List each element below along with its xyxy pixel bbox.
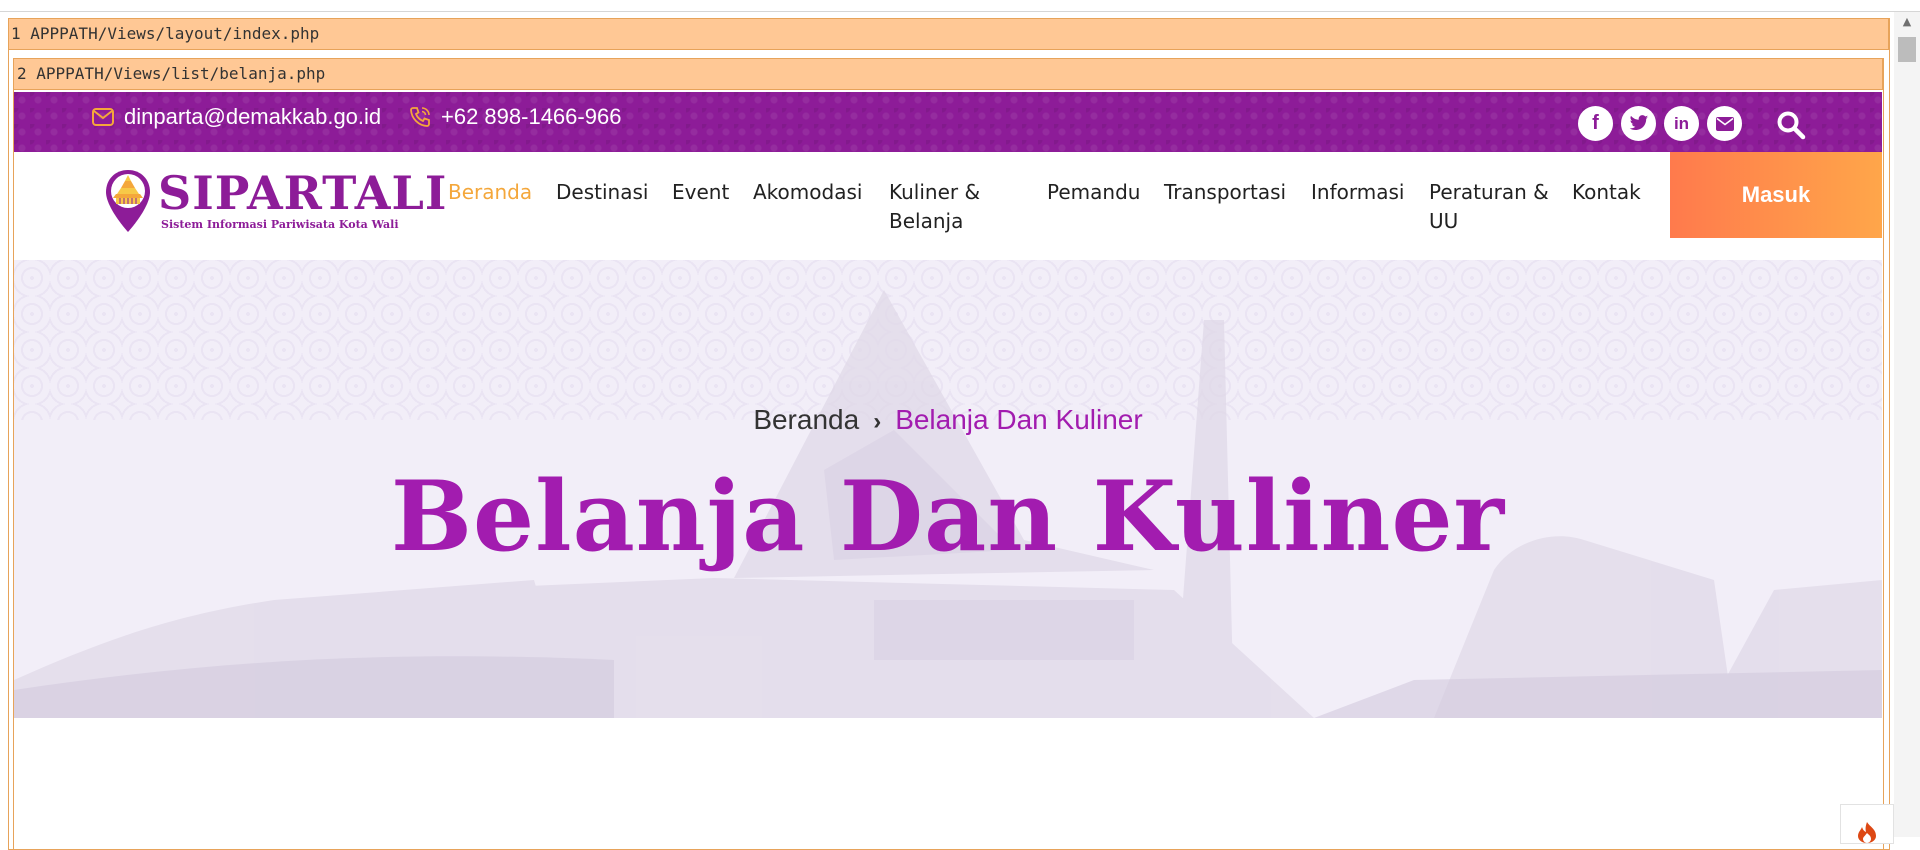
flame-icon (1858, 822, 1876, 843)
email-link[interactable]: dinparta@demakkab.go.id (92, 104, 381, 130)
nav-item-kontak[interactable]: Kontak (1572, 178, 1641, 207)
debug-view-label-inner: 2 APPPATH/Views/list/belanja.php (13, 58, 1883, 90)
nav-item-akomodasi[interactable]: Akomodasi (753, 178, 862, 207)
main-navbar: SIPARTALI Sistem Informasi Pariwisata Ko… (14, 152, 1882, 260)
logo-tagline: Sistem Informasi Pariwisata Kota Wali (161, 218, 399, 231)
scroll-up-arrow-icon[interactable]: ▲ (1894, 12, 1920, 32)
nav-item-event[interactable]: Event (672, 178, 729, 207)
nav-item-kuliner-belanja[interactable]: Kuliner & Belanja (889, 178, 995, 236)
site-logo[interactable]: SIPARTALI Sistem Informasi Pariwisata Ko… (104, 166, 446, 238)
twitter-button[interactable] (1621, 106, 1656, 141)
linkedin-icon: in (1673, 113, 1690, 133)
top-contact-bar: dinparta@demakkab.go.id +62 898-1466-966… (14, 92, 1882, 152)
search-icon (1777, 111, 1806, 140)
page-title: Belanja Dan Kuliner (390, 460, 1506, 573)
nav-item-transportasi[interactable]: Transportasi (1164, 178, 1286, 207)
linkedin-button[interactable]: in (1664, 106, 1699, 141)
twitter-icon (1629, 115, 1648, 130)
phone-link[interactable]: +62 898-1466-966 (409, 104, 621, 130)
envelope-icon (1715, 116, 1734, 131)
scroll-thumb[interactable] (1898, 37, 1916, 62)
email-button[interactable] (1707, 106, 1742, 141)
nav-item-pemandu[interactable]: Pemandu (1047, 178, 1140, 207)
breadcrumb-home-link[interactable]: Beranda (753, 404, 859, 435)
breadcrumb-current: Belanja Dan Kuliner (895, 404, 1143, 435)
breadcrumb: Beranda › Belanja Dan Kuliner (14, 404, 1882, 436)
facebook-icon: f (1592, 112, 1599, 134)
login-button[interactable]: Masuk (1670, 152, 1882, 238)
nav-item-destinasi[interactable]: Destinasi (556, 178, 648, 207)
facebook-button[interactable]: f (1578, 106, 1613, 141)
hero-banner: Beranda › Belanja Dan Kuliner Belanja Dan … (14, 260, 1882, 718)
nav-item-informasi[interactable]: Informasi (1311, 178, 1404, 207)
nav-item-beranda[interactable]: Beranda (448, 178, 532, 207)
email-text: dinparta@demakkab.go.id (124, 104, 382, 129)
nav-item-peraturan-uu[interactable]: Peraturan & UU (1429, 178, 1557, 236)
page-scrollbar[interactable]: ▲ (1894, 12, 1920, 837)
debug-view-label-outer: 1 APPPATH/Views/layout/index.php (8, 18, 1889, 50)
search-button[interactable] (1774, 108, 1808, 142)
phone-icon (410, 107, 430, 127)
mail-icon (92, 108, 114, 126)
logo-pin-icon (106, 170, 150, 232)
phone-text: +62 898-1466-966 (441, 104, 622, 129)
logo-wordmark: SIPARTALI (158, 166, 448, 220)
chevron-right-icon: › (873, 408, 882, 435)
window-top-edge (0, 0, 1920, 12)
debug-toolbar-button[interactable] (1840, 804, 1894, 844)
